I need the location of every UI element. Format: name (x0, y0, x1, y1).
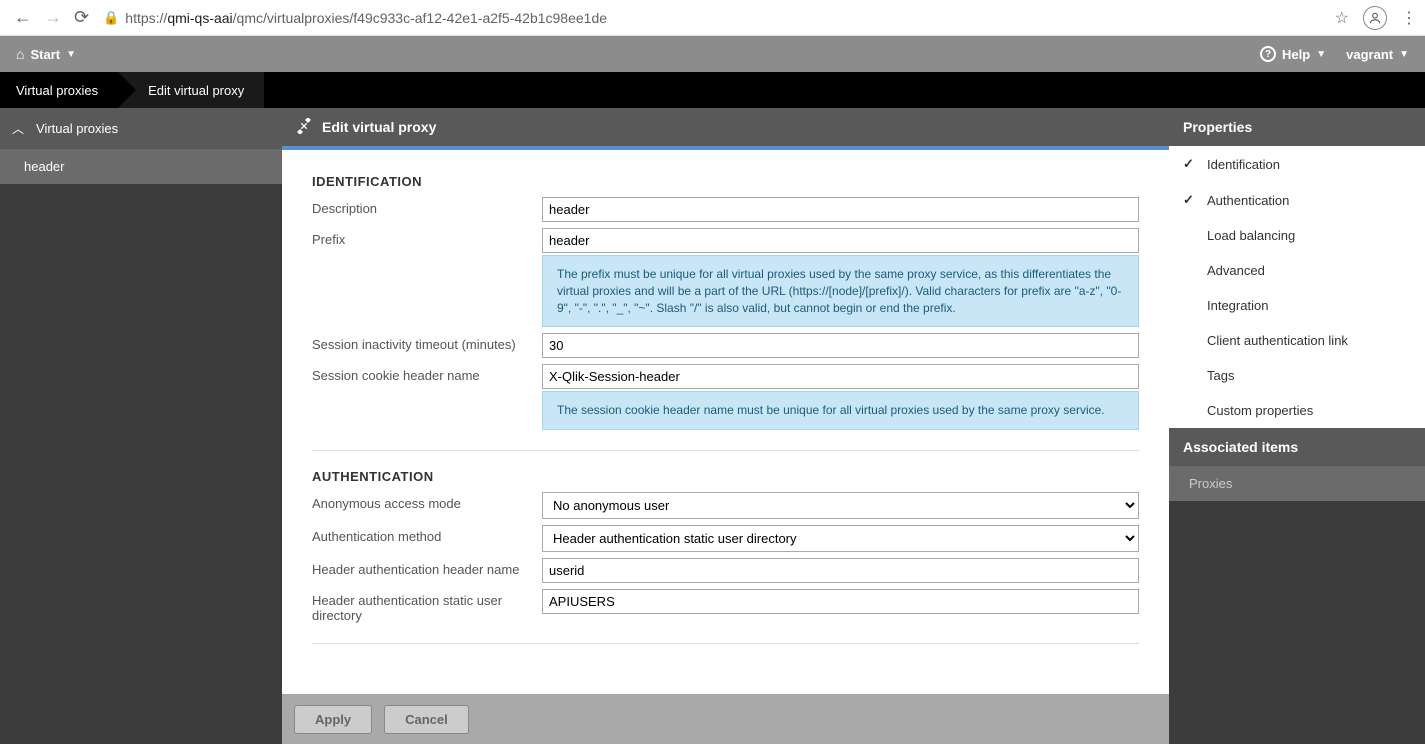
section-authentication-title: AUTHENTICATION (312, 469, 1139, 484)
help-icon: ? (1260, 46, 1276, 62)
chevron-down-icon: ▼ (1399, 49, 1409, 60)
prop-identification[interactable]: Identification (1169, 146, 1425, 182)
method-label: Authentication method (312, 525, 542, 544)
edit-title: Edit virtual proxy (322, 119, 436, 135)
back-button[interactable]: ← (8, 7, 38, 28)
lock-icon: 🔒 (103, 10, 119, 26)
header-name-input[interactable] (542, 558, 1139, 583)
header-name-label: Header authentication header name (312, 558, 542, 577)
menu-icon[interactable]: ⋮ (1401, 8, 1417, 28)
anon-select[interactable]: No anonymous user (542, 492, 1139, 519)
cookie-input[interactable] (542, 364, 1139, 389)
section-divider (312, 643, 1139, 644)
static-dir-input[interactable] (542, 589, 1139, 614)
description-label: Description (312, 197, 542, 216)
chevron-down-icon: ▼ (66, 49, 76, 60)
properties-list: Identification Authentication Load balan… (1169, 146, 1425, 428)
browser-toolbar: ← → ⟳ 🔒 https://qmi-qs-aai/qmc/virtualpr… (0, 0, 1425, 36)
user-menu[interactable]: vagrant ▼ (1346, 47, 1409, 62)
start-menu[interactable]: ⌂ Start ▼ (16, 46, 76, 62)
help-menu[interactable]: ? Help ▼ (1260, 46, 1326, 62)
left-sidebar: ︿ Virtual proxies header (0, 108, 282, 744)
app-topbar: ⌂ Start ▼ ? Help ▼ vagrant ▼ (0, 36, 1425, 72)
help-label: Help (1282, 47, 1310, 62)
sidebar-collapser[interactable]: ︿ Virtual proxies (0, 108, 282, 148)
sidebar-item-header[interactable]: header (0, 148, 282, 184)
breadcrumb-item-2[interactable]: Edit virtual proxy (118, 72, 264, 108)
user-label: vagrant (1346, 47, 1393, 62)
associated-proxies[interactable]: Proxies (1169, 466, 1425, 501)
center-panel: Edit virtual proxy IDENTIFICATION Descri… (282, 108, 1169, 744)
forward-button[interactable]: → (38, 7, 68, 28)
address-bar[interactable]: 🔒 https://qmi-qs-aai/qmc/virtualproxies/… (103, 10, 1335, 26)
anon-label: Anonymous access mode (312, 492, 542, 511)
prop-custom-properties[interactable]: Custom properties (1169, 393, 1425, 428)
static-dir-label: Header authentication static user direct… (312, 589, 542, 623)
timeout-label: Session inactivity timeout (minutes) (312, 333, 542, 352)
form-area: IDENTIFICATION Description Prefix The pr… (282, 150, 1169, 694)
breadcrumb: Virtual proxies Edit virtual proxy (0, 72, 1425, 108)
prop-tags[interactable]: Tags (1169, 358, 1425, 393)
timeout-input[interactable] (542, 333, 1139, 358)
prop-integration[interactable]: Integration (1169, 288, 1425, 323)
right-sidebar: Properties Identification Authentication… (1169, 108, 1425, 744)
reload-button[interactable]: ⟳ (68, 7, 95, 28)
prop-authentication[interactable]: Authentication (1169, 182, 1425, 218)
description-input[interactable] (542, 197, 1139, 222)
cookie-help: The session cookie header name must be u… (542, 391, 1139, 430)
associated-header: Associated items (1169, 428, 1425, 466)
sidebar-header-label: Virtual proxies (36, 121, 118, 136)
cookie-label: Session cookie header name (312, 364, 542, 383)
cancel-button[interactable]: Cancel (384, 705, 469, 734)
properties-header: Properties (1169, 108, 1425, 146)
prefix-help: The prefix must be unique for all virtua… (542, 255, 1139, 327)
url-text: https://qmi-qs-aai/qmc/virtualproxies/f4… (125, 10, 607, 26)
bottom-actions: Apply Cancel (282, 694, 1169, 744)
start-label: Start (30, 47, 60, 62)
section-identification-title: IDENTIFICATION (312, 174, 1139, 189)
prop-client-auth-link[interactable]: Client authentication link (1169, 323, 1425, 358)
edit-icon (296, 118, 312, 137)
prefix-label: Prefix (312, 228, 542, 247)
section-divider (312, 450, 1139, 451)
method-select[interactable]: Header authentication static user direct… (542, 525, 1139, 552)
prefix-input[interactable] (542, 228, 1139, 253)
home-icon: ⌂ (16, 46, 24, 62)
prop-advanced[interactable]: Advanced (1169, 253, 1425, 288)
apply-button[interactable]: Apply (294, 705, 372, 734)
chevron-up-icon: ︿ (12, 120, 24, 137)
profile-icon[interactable] (1363, 6, 1387, 30)
prop-load-balancing[interactable]: Load balancing (1169, 218, 1425, 253)
edit-header: Edit virtual proxy (282, 108, 1169, 150)
bookmark-icon[interactable]: ☆ (1335, 8, 1349, 28)
chevron-down-icon: ▼ (1316, 49, 1326, 60)
breadcrumb-item-1[interactable]: Virtual proxies (0, 72, 118, 108)
